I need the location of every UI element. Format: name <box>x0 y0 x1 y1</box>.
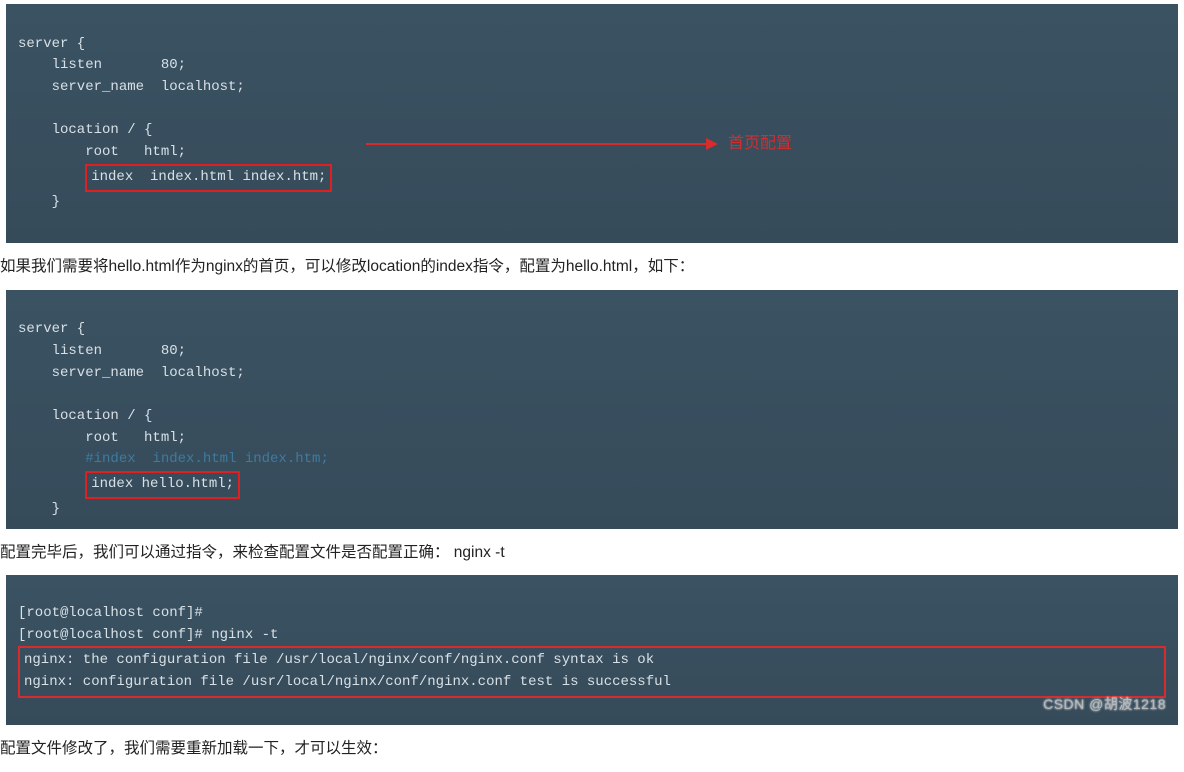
code-line: server_name localhost; <box>18 79 245 95</box>
code-line: } <box>18 501 60 517</box>
highlight-box-hello: index hello.html; <box>85 471 240 499</box>
code-block-3: [root@localhost conf]# [root@localhost c… <box>6 575 1178 725</box>
code-line: root html; <box>18 430 186 446</box>
code-line: root html; <box>18 144 186 160</box>
paragraph-1: 如果我们需要将hello.html作为nginx的首页，可以修改location… <box>0 255 1184 280</box>
code-line: listen 80; <box>18 57 186 73</box>
code-line: listen 80; <box>18 343 186 359</box>
term-line: [root@localhost conf]# nginx -t <box>18 627 278 643</box>
term-line: nginx: the configuration file /usr/local… <box>24 652 654 668</box>
code-block-1: server { listen 80; server_name localhos… <box>6 4 1178 243</box>
paragraph-2: 配置完毕后，我们可以通过指令，来检查配置文件是否配置正确： nginx -t <box>0 541 1184 566</box>
highlight-box-index: index index.html index.htm; <box>85 164 332 192</box>
code-line: server_name localhost; <box>18 365 245 381</box>
arrow-line <box>366 143 706 145</box>
code-line: location / { <box>18 122 152 138</box>
arrow-label: 首页配置 <box>728 132 792 157</box>
highlight-box-nginx-test: nginx: the configuration file /usr/local… <box>18 646 1166 697</box>
code-line: server { <box>18 36 85 52</box>
code-line: location / { <box>18 408 152 424</box>
term-line: [root@localhost conf]# <box>18 605 203 621</box>
code-line: server { <box>18 321 85 337</box>
code-block-2: server { listen 80; server_name localhos… <box>6 290 1178 529</box>
term-line: nginx: configuration file /usr/local/ngi… <box>24 674 671 690</box>
paragraph-3: 配置文件修改了，我们需要重新加载一下，才可以生效： <box>0 737 1184 762</box>
arrow-head-icon <box>706 138 718 150</box>
code-line-comment: #index index.html index.htm; <box>18 451 329 467</box>
code-line: } <box>18 194 60 210</box>
annotation-arrow: 首页配置 <box>366 132 792 157</box>
